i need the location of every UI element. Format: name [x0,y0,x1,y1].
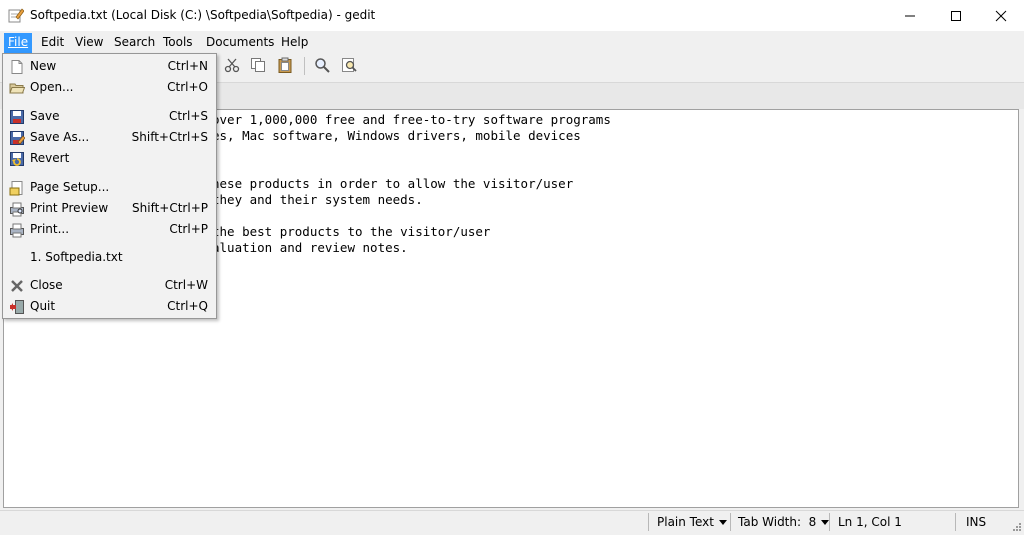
menu-documents[interactable]: Documents [202,33,278,53]
file-menu-dropdown: New Ctrl+N Open... Ctrl+O Save Ctrl+S Sa… [2,53,217,319]
menu-item-save[interactable]: Save Ctrl+S [3,106,216,127]
status-bar: Plain Text Tab Width: 8 Ln 1, Col 1 INS [0,510,1024,533]
cut-icon [224,57,240,76]
maximize-button[interactable] [933,0,979,31]
replace-button[interactable] [339,56,359,76]
open-folder-icon [9,80,26,96]
status-separator [955,513,956,531]
editor-line: over 1,000,000 free and free-to-try soft… [212,112,611,127]
menu-view[interactable]: View [71,33,107,53]
minimize-button[interactable] [887,0,933,31]
menu-item-print-preview[interactable]: Print Preview Shift+Ctrl+P [3,198,216,219]
menu-help[interactable]: Help [277,33,312,53]
save-icon [9,109,25,125]
menu-tools[interactable]: Tools [159,33,197,53]
language-selector[interactable]: Plain Text [657,512,727,532]
editor-line: hese products in order to allow the visi… [212,176,574,191]
menu-bar: File Edit View Search Tools Documents He… [0,31,1024,53]
menu-file[interactable]: File [4,33,33,53]
menu-item-new[interactable]: New Ctrl+N [3,56,216,77]
menu-item-page-setup[interactable]: Page Setup... [3,177,216,198]
copy-button[interactable] [248,56,268,76]
status-separator [829,513,830,531]
search-icon [314,57,330,76]
new-document-icon [9,59,25,75]
menu-search[interactable]: Search [110,33,159,53]
editor-line: es, Mac software, Windows drivers, mobil… [212,128,581,143]
editor-line: aluation and review notes. [212,240,408,255]
menu-item-print[interactable]: Print... Ctrl+P [3,219,216,240]
menu-item-recent-file[interactable]: 1. Softpedia.txt [3,247,216,268]
print-preview-icon [9,201,25,217]
quit-icon [9,299,25,315]
paste-icon [277,57,293,76]
cursor-position: Ln 1, Col 1 [838,515,902,529]
menu-item-revert[interactable]: Revert [3,148,216,169]
replace-icon [341,57,357,76]
page-setup-icon [9,180,25,196]
save-as-icon [9,130,26,146]
tab-width-selector[interactable]: Tab Width: 8 [738,512,830,532]
menu-item-open[interactable]: Open... Ctrl+O [3,77,216,98]
title-bar: Softpedia.txt (Local Disk (C:) \Softpedi… [0,0,1024,31]
editor-line: the best products to the visitor/user [212,224,491,239]
status-separator [648,513,649,531]
resize-grip[interactable] [1012,521,1022,531]
close-icon [9,278,25,294]
insert-mode: INS [966,515,987,529]
paste-button[interactable] [275,56,295,76]
menu-item-save-as[interactable]: Save As... Shift+Ctrl+S [3,127,216,148]
menu-edit[interactable]: Edit [37,33,68,53]
status-separator [730,513,731,531]
menu-item-close[interactable]: Close Ctrl+W [3,275,216,296]
editor-line: they and their system needs. [212,192,423,207]
toolbar-separator [304,57,305,75]
menu-item-quit[interactable]: Quit Ctrl+Q [3,296,216,317]
revert-icon [9,151,25,167]
cut-button[interactable] [222,56,242,76]
print-icon [9,222,25,238]
chevron-down-icon [718,520,727,525]
close-window-button[interactable] [978,0,1024,31]
window-title: Softpedia.txt (Local Disk (C:) \Softpedi… [30,8,376,22]
gedit-app-icon [8,7,25,23]
find-button[interactable] [312,56,332,76]
copy-icon [250,57,266,76]
